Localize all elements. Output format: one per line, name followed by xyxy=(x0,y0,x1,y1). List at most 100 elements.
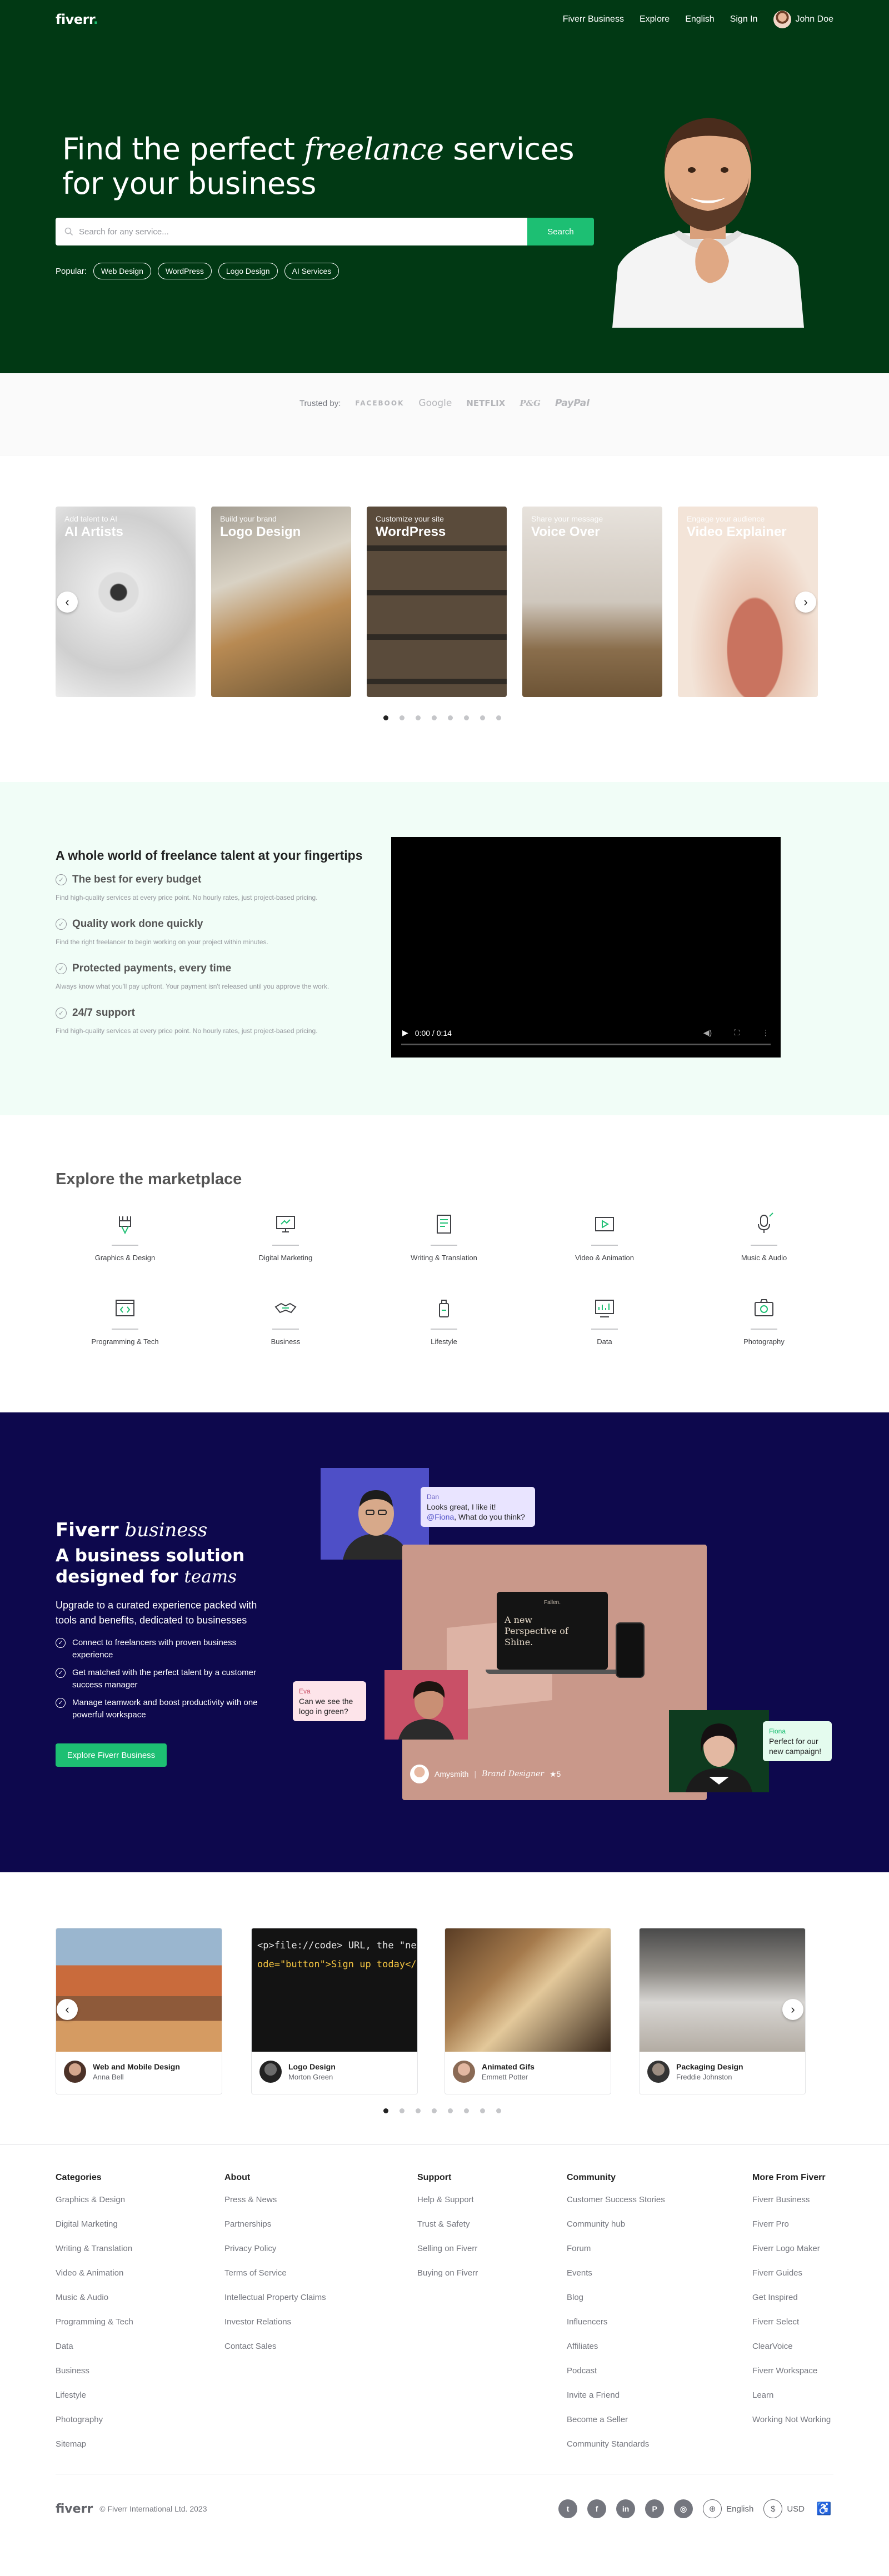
pinterest-icon[interactable]: P xyxy=(645,2499,665,2518)
service-card[interactable]: Share your message Voice Over xyxy=(522,507,662,697)
carousel-dot[interactable] xyxy=(416,2108,421,2113)
footer-link[interactable]: Lifestyle xyxy=(56,2390,133,2401)
popular-tag-logo-design[interactable]: Logo Design xyxy=(218,263,278,279)
carousel-dot[interactable] xyxy=(464,715,469,720)
footer-link[interactable]: Get Inspired xyxy=(752,2293,831,2303)
footer-link[interactable]: Photography xyxy=(56,2415,133,2425)
footer-link[interactable]: Community Standards xyxy=(567,2439,665,2450)
footer-link[interactable]: Programming & Tech xyxy=(56,2317,133,2328)
currency-selector[interactable]: $ USD xyxy=(763,2499,805,2518)
category-programming-tech[interactable]: Programming & Tech xyxy=(86,1295,164,1346)
footer-link[interactable]: Fiverr Pro xyxy=(752,2219,831,2230)
footer-link[interactable]: Sitemap xyxy=(56,2439,133,2450)
carousel-next-button[interactable]: › xyxy=(795,592,816,613)
category-writing-translation[interactable]: Writing & Translation xyxy=(405,1211,483,1262)
popular-tag-ai-services[interactable]: AI Services xyxy=(284,263,339,279)
footer-link[interactable]: Business xyxy=(56,2366,133,2377)
footer-link[interactable]: Buying on Fiverr xyxy=(417,2268,478,2279)
carousel-dot[interactable] xyxy=(432,715,437,720)
footer-link[interactable]: Data xyxy=(56,2342,133,2352)
footer-link[interactable]: Podcast xyxy=(567,2366,665,2377)
footer-link[interactable]: ClearVoice xyxy=(752,2342,831,2352)
carousel-prev-button[interactable]: ‹ xyxy=(57,592,78,613)
footer-link[interactable]: Influencers xyxy=(567,2317,665,2328)
carousel-dot[interactable] xyxy=(464,2108,469,2113)
carousel-dot[interactable] xyxy=(496,715,501,720)
project-card[interactable]: Animated Gifs Emmett Potter xyxy=(444,1928,611,2094)
category-music-audio[interactable]: Music & Audio xyxy=(725,1211,803,1262)
more-options-icon[interactable]: ⋮ xyxy=(762,1028,770,1038)
footer-link[interactable]: Writing & Translation xyxy=(56,2244,133,2254)
carousel-dot[interactable] xyxy=(383,715,388,720)
carousel-dot[interactable] xyxy=(448,2108,453,2113)
footer-link[interactable]: Intellectual Property Claims xyxy=(224,2293,326,2303)
user-menu[interactable]: John Doe xyxy=(773,11,833,28)
service-card[interactable]: Build your brand Logo Design xyxy=(211,507,351,697)
footer-link[interactable]: Working Not Working xyxy=(752,2415,831,2425)
footer-link[interactable]: Digital Marketing xyxy=(56,2219,133,2230)
footer-link[interactable]: Graphics & Design xyxy=(56,2195,133,2206)
footer-link[interactable]: Blog xyxy=(567,2293,665,2303)
carousel-dot[interactable] xyxy=(399,715,404,720)
nav-language[interactable]: English xyxy=(685,14,714,24)
facebook-icon[interactable]: f xyxy=(587,2499,607,2518)
carousel-dot[interactable] xyxy=(480,2108,485,2113)
footer-link[interactable]: Fiverr Select xyxy=(752,2317,831,2328)
search-input[interactable] xyxy=(79,227,527,237)
popular-tag-web-design[interactable]: Web Design xyxy=(93,263,151,279)
project-card[interactable]: <p>file://code> URL, the "next" ode="but… xyxy=(251,1928,418,2094)
twitter-icon[interactable]: t xyxy=(558,2499,578,2518)
footer-link[interactable]: Community hub xyxy=(567,2219,665,2230)
nav-sign-in[interactable]: Sign In xyxy=(730,14,758,24)
video-progress-bar[interactable] xyxy=(401,1044,771,1045)
footer-link[interactable]: Invite a Friend xyxy=(567,2390,665,2401)
footer-link[interactable]: Investor Relations xyxy=(224,2317,326,2328)
footer-link[interactable]: Trust & Safety xyxy=(417,2219,478,2230)
footer-link[interactable]: Music & Audio xyxy=(56,2293,133,2303)
search-button[interactable]: Search xyxy=(527,218,594,245)
footer-link[interactable]: Learn xyxy=(752,2390,831,2401)
category-photography[interactable]: Photography xyxy=(725,1295,803,1346)
footer-link[interactable]: Events xyxy=(567,2268,665,2279)
footer-logo[interactable]: fiverr xyxy=(56,2502,93,2516)
projects-prev-button[interactable]: ‹ xyxy=(57,1999,78,2020)
category-digital-marketing[interactable]: Digital Marketing xyxy=(247,1211,324,1262)
service-card[interactable]: Customize your site WordPress xyxy=(367,507,507,697)
footer-link[interactable]: Fiverr Business xyxy=(752,2195,831,2206)
footer-link[interactable]: Video & Animation xyxy=(56,2268,133,2279)
project-card[interactable]: Packaging Design Freddie Johnston xyxy=(639,1928,806,2094)
footer-link[interactable]: Contact Sales xyxy=(224,2342,326,2352)
footer-link[interactable]: Forum xyxy=(567,2244,665,2254)
footer-link[interactable]: Partnerships xyxy=(224,2219,326,2230)
footer-link[interactable]: Fiverr Workspace xyxy=(752,2366,831,2377)
category-graphics-design[interactable]: Graphics & Design xyxy=(86,1211,164,1262)
footer-link[interactable]: Terms of Service xyxy=(224,2268,326,2279)
carousel-dot[interactable] xyxy=(496,2108,501,2113)
nav-explore[interactable]: Explore xyxy=(640,14,670,24)
footer-link[interactable]: Become a Seller xyxy=(567,2415,665,2425)
nav-fiverr-business[interactable]: Fiverr Business xyxy=(563,14,624,24)
volume-icon[interactable]: ◀) xyxy=(703,1028,712,1038)
instagram-icon[interactable]: ◎ xyxy=(674,2499,693,2518)
carousel-dot[interactable] xyxy=(383,2108,388,2113)
carousel-dot[interactable] xyxy=(448,715,453,720)
footer-link[interactable]: Privacy Policy xyxy=(224,2244,326,2254)
footer-link[interactable]: Fiverr Guides xyxy=(752,2268,831,2279)
category-business[interactable]: Business xyxy=(247,1295,324,1346)
feature-video-player[interactable]: ▶ 0:00 / 0:14 ◀) ⛶ ⋮ xyxy=(391,837,781,1058)
footer-link[interactable]: Help & Support xyxy=(417,2195,478,2206)
fiverr-logo[interactable]: fiverr. xyxy=(56,12,98,27)
footer-link[interactable]: Customer Success Stories xyxy=(567,2195,665,2206)
accessibility-icon[interactable]: ♿ xyxy=(815,2499,833,2518)
linkedin-icon[interactable]: in xyxy=(616,2499,636,2518)
category-video-animation[interactable]: Video & Animation xyxy=(566,1211,643,1262)
fullscreen-icon[interactable]: ⛶ xyxy=(734,1028,740,1038)
play-icon[interactable]: ▶ xyxy=(402,1028,408,1038)
carousel-dot[interactable] xyxy=(399,2108,404,2113)
footer-link[interactable]: Press & News xyxy=(224,2195,326,2206)
language-selector[interactable]: ⊕ English xyxy=(703,2499,753,2518)
explore-business-button[interactable]: Explore Fiverr Business xyxy=(56,1743,167,1767)
footer-link[interactable]: Affiliates xyxy=(567,2342,665,2352)
category-data[interactable]: Data xyxy=(566,1295,643,1346)
footer-link[interactable]: Selling on Fiverr xyxy=(417,2244,478,2254)
